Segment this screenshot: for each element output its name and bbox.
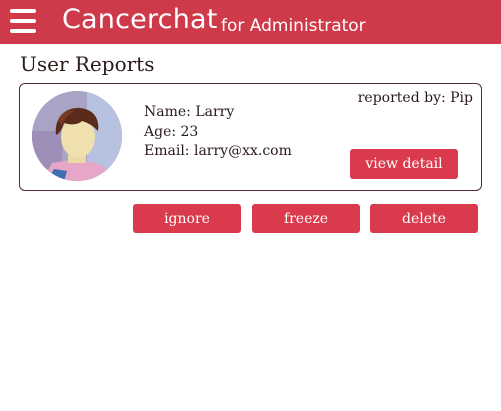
page-title: User Reports [20,52,155,76]
hamburger-menu-icon[interactable] [10,9,36,33]
app-header: Cancerchat for Administrator [0,0,501,44]
user-name: Name: Larry [144,104,235,120]
delete-button[interactable]: delete [370,204,478,233]
app-title: Cancerchat [62,4,218,35]
avatar [32,91,122,181]
view-detail-button[interactable]: view detail [350,149,458,179]
freeze-button[interactable]: freeze [252,204,360,233]
user-age: Age: 23 [144,124,199,140]
report-card: reported by: Pip Name: Larry Age: 23 Ema… [19,83,482,191]
app-subtitle: for Administrator [221,16,366,36]
ignore-button[interactable]: ignore [133,204,241,233]
user-email: Email: larry@xx.com [144,143,292,159]
reported-by: reported by: Pip [357,90,473,106]
